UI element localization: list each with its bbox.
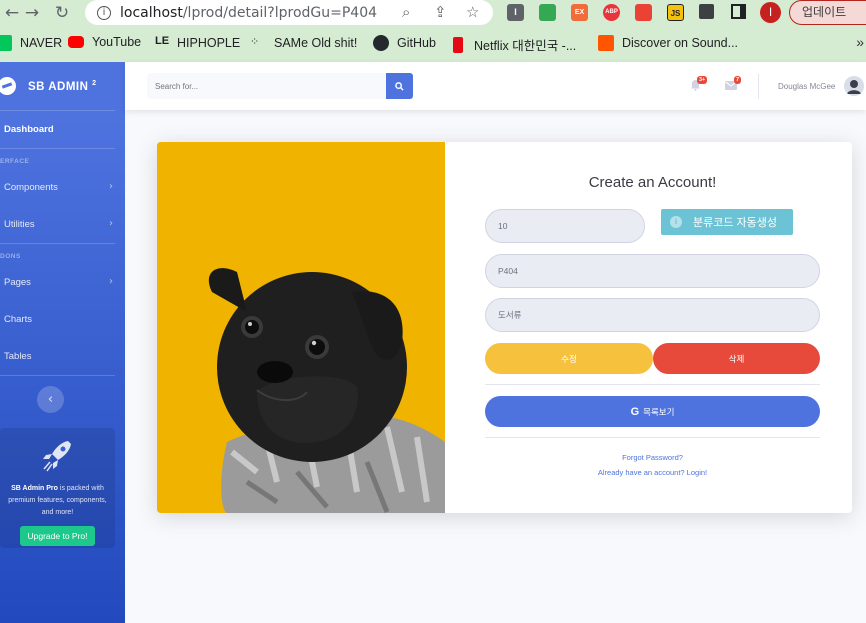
hiphople-icon: LE [155, 35, 170, 47]
github-icon [373, 35, 389, 51]
sidebar-heading-interface: ERFACE [0, 158, 30, 165]
search-input[interactable] [147, 73, 387, 99]
bookmark-naver[interactable]: NAVER [0, 35, 62, 51]
alerts-count-badge: 3+ [697, 76, 708, 84]
list-button[interactable]: G 목록보기 [485, 396, 820, 427]
sidebar-divider [0, 375, 115, 376]
sidebar: SB ADMIN 2 Dashboard ERFACE Components › … [0, 62, 125, 623]
sidepanel-icon[interactable] [731, 4, 746, 19]
chevron-right-icon: › [109, 218, 113, 229]
form-divider [485, 437, 820, 438]
rocket-icon [42, 441, 71, 472]
bookmark-soundcloud[interactable]: Discover on Sound... [598, 35, 738, 51]
form-divider [485, 384, 820, 385]
google-icon: G [630, 405, 640, 418]
login-link[interactable]: Already have an account? Login! [445, 468, 852, 477]
search-icon [395, 81, 404, 91]
promo-text: SB Admin Pro is packed with premium feat… [8, 485, 107, 516]
extension-box-icon[interactable] [635, 4, 652, 21]
bookmark-youtube[interactable]: YouTube [68, 35, 141, 49]
bookmark-sameoldshit[interactable]: ⁘ SAMe Old shit! [250, 35, 357, 51]
sidebar-toggle-button[interactable]: ‹ [37, 386, 64, 413]
bookmark-github[interactable]: GitHub [373, 35, 436, 51]
topbar: 3+ 7 Douglas McGee [125, 62, 866, 110]
sidebar-divider [0, 148, 115, 149]
sidebar-item-components[interactable]: Components › [0, 169, 125, 206]
netflix-icon [453, 36, 463, 53]
topbar-divider [758, 74, 759, 99]
chevron-right-icon: › [109, 181, 113, 192]
star-icon[interactable]: ☆ [466, 3, 479, 21]
address-bar[interactable]: i localhost/lprod/detail?lprodGu=P404 ⌕ … [85, 0, 493, 25]
dots-icon: ⁘ [250, 36, 260, 48]
sidebar-brand[interactable]: SB ADMIN 2 [0, 62, 125, 110]
user-name[interactable]: Douglas McGee [778, 82, 835, 91]
info-icon[interactable]: i [97, 5, 111, 20]
extension-ex-icon[interactable]: EX [571, 4, 588, 21]
sidebar-item-charts[interactable]: Charts [0, 301, 125, 338]
extension-abp-icon[interactable]: ABP [603, 4, 620, 21]
lprod-name-input[interactable] [485, 298, 820, 332]
forgot-password-link[interactable]: Forgot Password? [445, 453, 852, 462]
puzzle-icon[interactable] [699, 4, 714, 19]
delete-button[interactable]: 삭제 [653, 343, 820, 374]
sidebar-item-utilities[interactable]: Utilities › [0, 206, 125, 243]
sidebar-heading-addons: DONS [0, 253, 21, 260]
extension-screen-icon[interactable] [539, 4, 556, 21]
form-title: Create an Account! [588, 174, 717, 191]
browser-toolbar: ← → ↻ i localhost/lprod/detail?lprodGu=P… [0, 0, 866, 26]
lprod-id-input[interactable] [485, 209, 645, 243]
profile-avatar[interactable]: I [760, 2, 781, 23]
account-card: Create an Account! i 분류코드 자동생성 수정 삭제 G목록… [157, 142, 852, 513]
upgrade-button[interactable]: Upgrade to Pro! [20, 526, 95, 546]
account-form: Create an Account! i 분류코드 자동생성 수정 삭제 G목록… [445, 142, 852, 513]
chevron-right-icon: › [109, 276, 113, 287]
naver-icon [0, 35, 12, 51]
lprod-gu-input[interactable] [485, 254, 820, 288]
auto-generate-code-button[interactable]: i 분류코드 자동생성 [661, 209, 793, 235]
user-avatar-icon [844, 76, 864, 96]
extension-i-icon[interactable]: I [507, 4, 524, 21]
messages-count-badge: 7 [734, 76, 742, 84]
pug-image [157, 142, 445, 513]
bookmarks-bar: NAVER YouTube LE HIPHOPLE ⁘ SAMe Old shit!… [0, 26, 866, 62]
url-text[interactable]: localhost/lprod/detail?lprodGu=P404 [120, 5, 377, 21]
bookmark-netflix[interactable]: Netflix 대한민국 -... [453, 35, 576, 54]
sidebar-promo-card: SB Admin Pro is packed with premium feat… [0, 428, 115, 548]
zoom-icon[interactable]: ⌕ [402, 3, 410, 21]
share-icon[interactable]: ⇪ [434, 3, 447, 21]
sidebar-item-pages[interactable]: Pages › [0, 264, 125, 301]
laugh-wink-icon [0, 77, 16, 95]
edit-button[interactable]: 수정 [485, 343, 653, 374]
info-circle-icon: i [670, 216, 682, 228]
bookmark-hiphople[interactable]: LE HIPHOPLE [155, 35, 240, 51]
forward-icon[interactable]: → [20, 1, 44, 25]
bookmarks-more-icon[interactable]: » [856, 34, 864, 50]
search-button[interactable] [386, 73, 413, 99]
update-button[interactable]: 업데이트 [789, 0, 866, 25]
youtube-icon [68, 36, 84, 48]
extension-js-icon[interactable]: JS [667, 4, 684, 21]
soundcloud-icon [598, 35, 614, 51]
sidebar-divider [0, 243, 115, 244]
pug-illustration [157, 142, 445, 513]
reload-icon[interactable]: ↻ [50, 1, 74, 25]
brand-text: SB ADMIN 2 [28, 79, 97, 93]
sidebar-item-dashboard[interactable]: Dashboard [0, 111, 125, 148]
sidebar-item-tables[interactable]: Tables [0, 338, 125, 375]
avatar[interactable] [844, 76, 864, 96]
